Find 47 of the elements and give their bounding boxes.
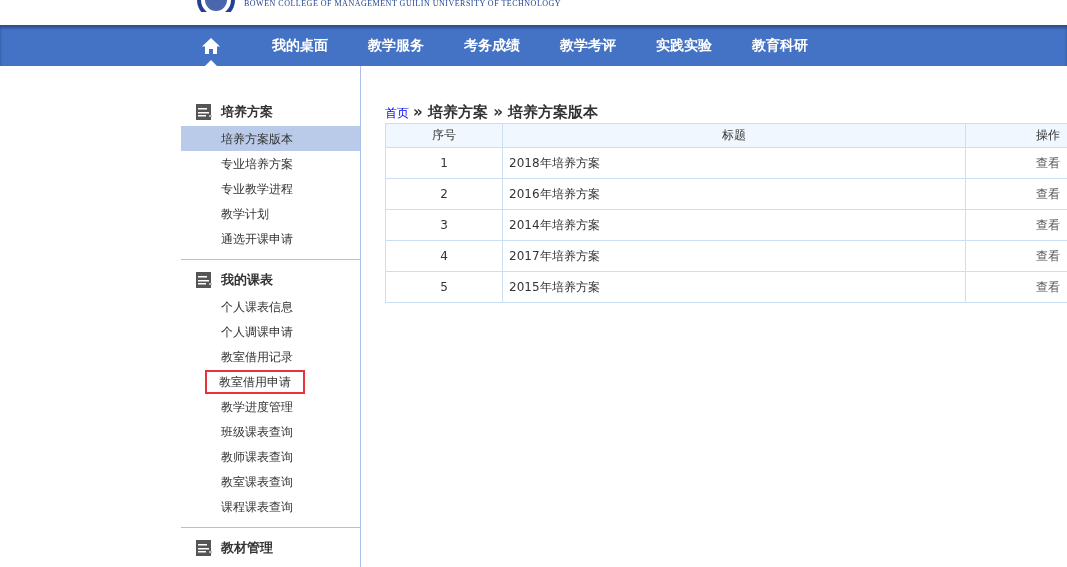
- view-link[interactable]: 查看: [1036, 279, 1060, 294]
- column-header: 序号: [385, 123, 503, 148]
- table-cell: 2014年培养方案: [502, 209, 966, 241]
- document-icon: [195, 271, 213, 289]
- menu-item[interactable]: 培养方案版本: [181, 126, 360, 151]
- college-name: BOWEN COLLEGE OF MANAGEMENT GUILIN UNIVERSITY OF TECHNOLOGY: [244, 0, 562, 8]
- menu-item[interactable]: 个人课表信息: [181, 294, 360, 319]
- section-title: 我的课表: [221, 271, 273, 289]
- menu-item[interactable]: 教学进度管理: [181, 394, 360, 419]
- table-cell: 3: [385, 209, 503, 241]
- section-title: 培养方案: [221, 103, 273, 121]
- menu-item[interactable]: 教师课表查询: [181, 444, 360, 469]
- menu-item[interactable]: 教室借用记录: [181, 344, 360, 369]
- nav-tab[interactable]: 考务成绩: [444, 25, 540, 66]
- table-cell: 5: [385, 271, 503, 303]
- table-cell: 2: [385, 178, 503, 210]
- nav-tab[interactable]: 实践实验: [636, 25, 732, 66]
- view-link[interactable]: 查看: [1036, 217, 1060, 232]
- column-header: 操作: [965, 123, 1067, 148]
- view-link[interactable]: 查看: [1036, 155, 1060, 170]
- nav-tab[interactable]: 教育科研: [732, 25, 828, 66]
- breadcrumb-link[interactable]: 首页: [385, 105, 409, 122]
- menu-item[interactable]: 教学计划: [181, 201, 360, 226]
- table-cell: 2018年培养方案: [502, 147, 966, 179]
- menu-item[interactable]: 专业教学进程: [181, 176, 360, 201]
- document-icon: [195, 539, 213, 557]
- menu-item[interactable]: 课程课表查询: [181, 494, 360, 519]
- nav-tab[interactable]: 我的桌面: [252, 25, 348, 66]
- table-cell: 2017年培养方案: [502, 240, 966, 272]
- breadcrumb-path: » 培养方案 » 培养方案版本: [413, 103, 599, 122]
- table-cell: 1: [385, 147, 503, 179]
- view-link[interactable]: 查看: [1036, 248, 1060, 263]
- nav-tab[interactable]: 教学服务: [348, 25, 444, 66]
- menu-item[interactable]: 教室课表查询: [181, 469, 360, 494]
- nav-tab[interactable]: 教学考评: [540, 25, 636, 66]
- section-title: 教材管理: [221, 539, 273, 557]
- menu-item[interactable]: 个人调课申请: [181, 319, 360, 344]
- table-cell: 2015年培养方案: [502, 271, 966, 303]
- table-cell: 4: [385, 240, 503, 272]
- menu-item[interactable]: 通选开课申请: [181, 226, 360, 251]
- menu-item[interactable]: 专业培养方案: [181, 151, 360, 176]
- menu-item[interactable]: 教室借用申请: [181, 369, 360, 394]
- document-icon: [195, 103, 213, 121]
- view-link[interactable]: 查看: [1036, 186, 1060, 201]
- column-header: 标题: [502, 123, 966, 148]
- table-cell: 2016年培养方案: [502, 178, 966, 210]
- menu-item[interactable]: 班级课表查询: [181, 419, 360, 444]
